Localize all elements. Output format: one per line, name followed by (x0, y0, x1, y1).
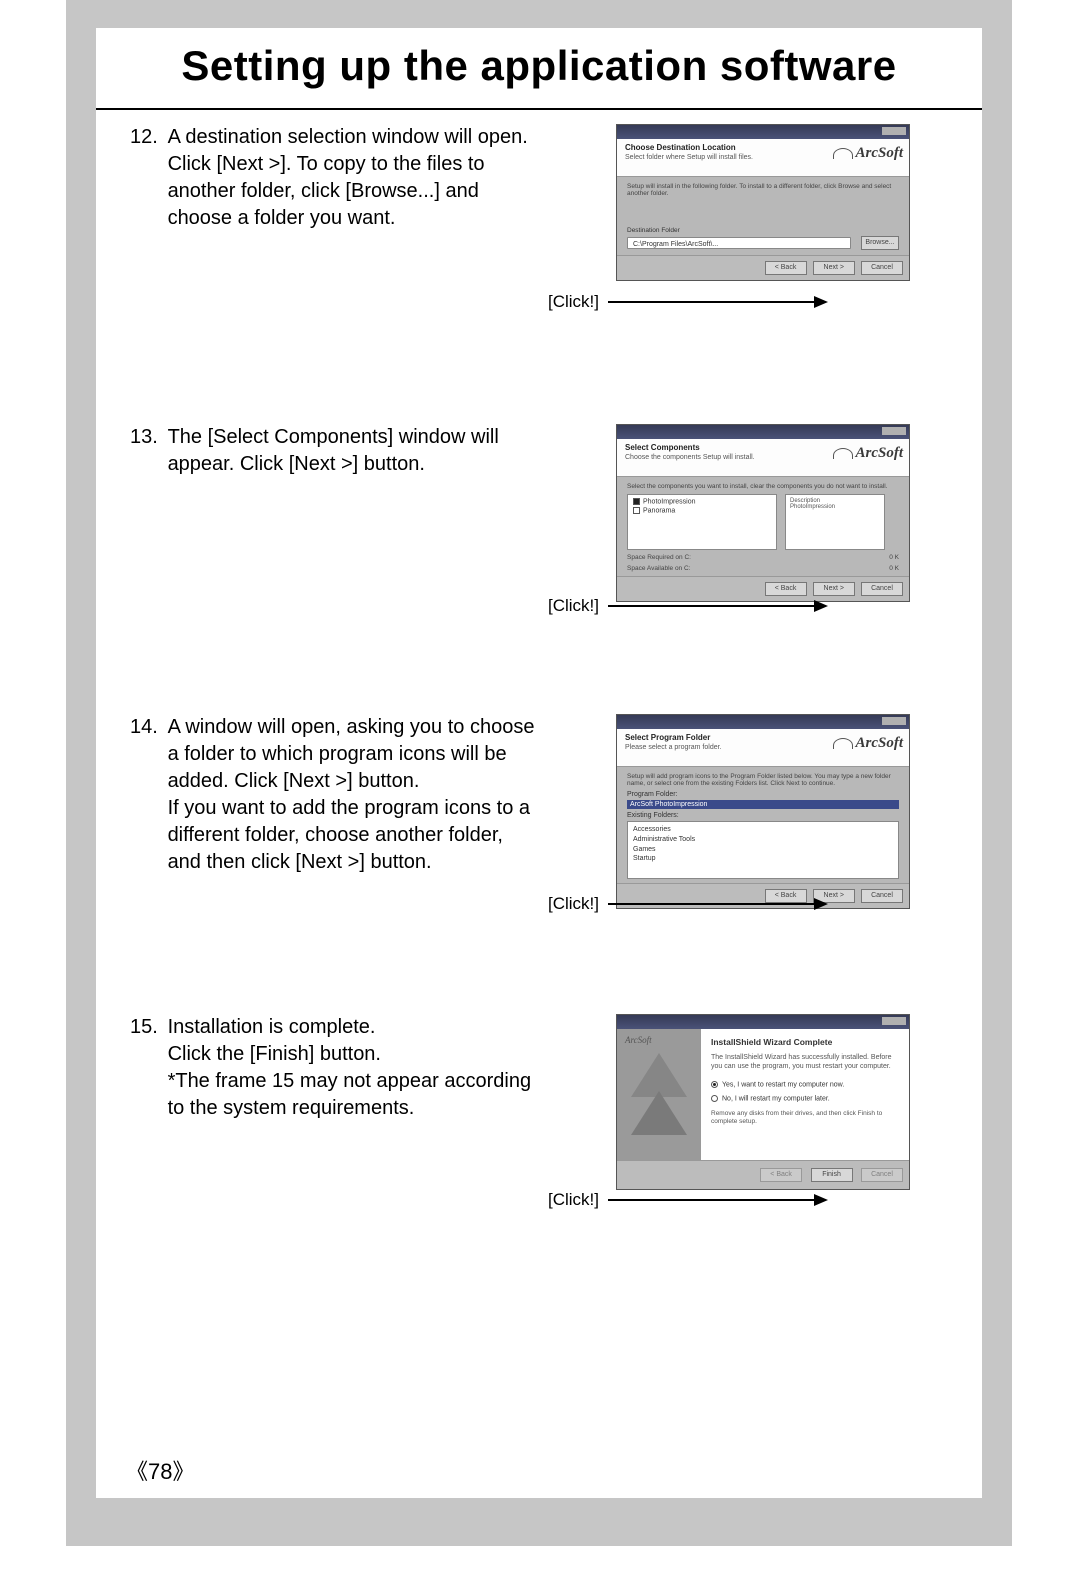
step-13-line-2: appear. Click [Next >] button. (168, 453, 425, 475)
page-number: 《78》 (126, 1454, 195, 1486)
next-button[interactable]: Next > (813, 261, 855, 275)
step-15-text: 15. Installation is complete. Click the … (130, 1014, 540, 1122)
arrow-line-14 (608, 903, 816, 905)
step-15: 15. Installation is complete. Click the … (96, 1014, 982, 1214)
step-15-line-4: to the system requirements. (168, 1097, 415, 1119)
step-12-line-2: Click [Next >]. To copy to the files to (168, 153, 485, 175)
arrow-line-13 (608, 605, 816, 607)
arcsoft-logo-small: ArcSoft (625, 1035, 652, 1045)
step-13-text: 13. The [Select Components] window will … (130, 424, 540, 478)
step-14-line-5: different folder, choose another folder, (168, 824, 503, 846)
step-12-dialog: Choose Destination Location Select folde… (616, 124, 910, 281)
click-label-12: [Click!] (548, 292, 599, 312)
dialog-button-row: < Back Next > Cancel (617, 576, 909, 601)
step-14: 14. A window will open, asking you to ch… (96, 714, 982, 924)
dialog-titlebar (617, 425, 909, 439)
step-13-dialog: Select Components Choose the components … (616, 424, 910, 602)
step-12-line-3: another folder, click [Browse...] and (168, 180, 479, 202)
arrow-head-icon (814, 1194, 828, 1206)
back-button[interactable]: < Back (765, 582, 807, 596)
wizard-right-panel: InstallShield Wizard Complete The Instal… (701, 1029, 909, 1160)
click-label-13: [Click!] (548, 596, 599, 616)
arcsoft-logo: ArcSoft (833, 445, 903, 462)
step-14-line-2: a folder to which program icons will be (168, 743, 507, 765)
step-13-line-1: The [Select Components] window will (168, 426, 499, 448)
arcsoft-logo: ArcSoft (833, 735, 903, 752)
step-12-text: 12. A destination selection window will … (130, 124, 540, 232)
arrow-head-icon (814, 898, 828, 910)
step-14-line-1: A window will open, asking you to choose (168, 716, 535, 738)
step-14-text: 14. A window will open, asking you to ch… (130, 714, 540, 876)
step-15-dialog: ArcSoft InstallShield Wizard Complete Th… (616, 1014, 910, 1190)
cancel-button[interactable]: Cancel (861, 582, 903, 596)
step-13: 13. The [Select Components] window will … (96, 424, 982, 624)
step-14-line-3: added. Click [Next >] button. (168, 770, 420, 792)
dialog-button-row: < Back Next > Cancel (617, 255, 909, 280)
back-button[interactable]: < Back (765, 261, 807, 275)
dialog-header: Choose Destination Location Select folde… (617, 139, 909, 177)
dialog-button-row: < Back Finish Cancel (617, 1160, 909, 1189)
program-folder-selected: ArcSoft PhotoImpression (627, 800, 899, 809)
arrow-head-icon (814, 296, 828, 308)
step-12-line-1: A destination selection window will open… (168, 126, 528, 148)
step-15-line-3: *The frame 15 may not appear according (168, 1070, 532, 1092)
arcsoft-logo: ArcSoft (833, 145, 903, 162)
arrow-line-15 (608, 1199, 816, 1201)
dialog-titlebar (617, 125, 909, 139)
step-14-line-6: and then click [Next >] button. (168, 851, 432, 873)
arrow-head-icon (814, 600, 828, 612)
dialog-header: Select Components Choose the components … (617, 439, 909, 477)
step-15-line-1: Installation is complete. (168, 1016, 376, 1038)
step-14-line-4: If you want to add the program icons to … (168, 797, 530, 819)
step-15-line-2: Click the [Finish] button. (168, 1043, 381, 1065)
dialog-body: Select the components you want to instal… (617, 477, 909, 576)
page-frame: Setting up the application software 12. … (66, 0, 1012, 1546)
cancel-button[interactable]: Cancel (861, 889, 903, 903)
cancel-button[interactable]: Cancel (861, 1168, 903, 1182)
dialog-body: Setup will add program icons to the Prog… (617, 767, 909, 883)
page-title: Setting up the application software (96, 28, 982, 110)
step-12-line-4: choose a folder you want. (168, 207, 396, 229)
existing-folders-list[interactable]: AccessoriesAdministrative ToolsGamesStar… (627, 821, 899, 879)
content-area: Setting up the application software 12. … (96, 28, 982, 1498)
click-label-15: [Click!] (548, 1190, 599, 1210)
cancel-button[interactable]: Cancel (861, 261, 903, 275)
step-14-number: 14. (130, 714, 162, 741)
next-button[interactable]: Next > (813, 582, 855, 596)
restart-now-option[interactable]: Yes, I want to restart my computer now. (711, 1081, 899, 1088)
component-list[interactable]: PhotoImpression Panorama (627, 494, 777, 550)
browse-button[interactable]: Browse... (861, 236, 899, 250)
step-15-number: 15. (130, 1014, 162, 1041)
back-button[interactable]: < Back (760, 1168, 802, 1182)
page-number-value: 78 (148, 1459, 172, 1484)
back-button[interactable]: < Back (765, 889, 807, 903)
restart-later-option[interactable]: No, I will restart my computer later. (711, 1095, 899, 1102)
dialog-titlebar (617, 715, 909, 729)
wizard-side-panel: ArcSoft (617, 1029, 701, 1160)
arrow-line-12 (608, 301, 816, 303)
click-label-14: [Click!] (548, 894, 599, 914)
finish-button[interactable]: Finish (811, 1168, 853, 1182)
dialog-header: Select Program Folder Please select a pr… (617, 729, 909, 767)
step-14-dialog: Select Program Folder Please select a pr… (616, 714, 910, 909)
step-12-number: 12. (130, 124, 162, 151)
step-13-number: 13. (130, 424, 162, 451)
dialog-titlebar (617, 1015, 909, 1029)
component-description: DescriptionPhotoImpression (785, 494, 885, 550)
wizard-complete-title: InstallShield Wizard Complete (711, 1037, 899, 1047)
dialog-body: Setup will install in the following fold… (617, 177, 909, 255)
step-12: 12. A destination selection window will … (96, 124, 982, 334)
